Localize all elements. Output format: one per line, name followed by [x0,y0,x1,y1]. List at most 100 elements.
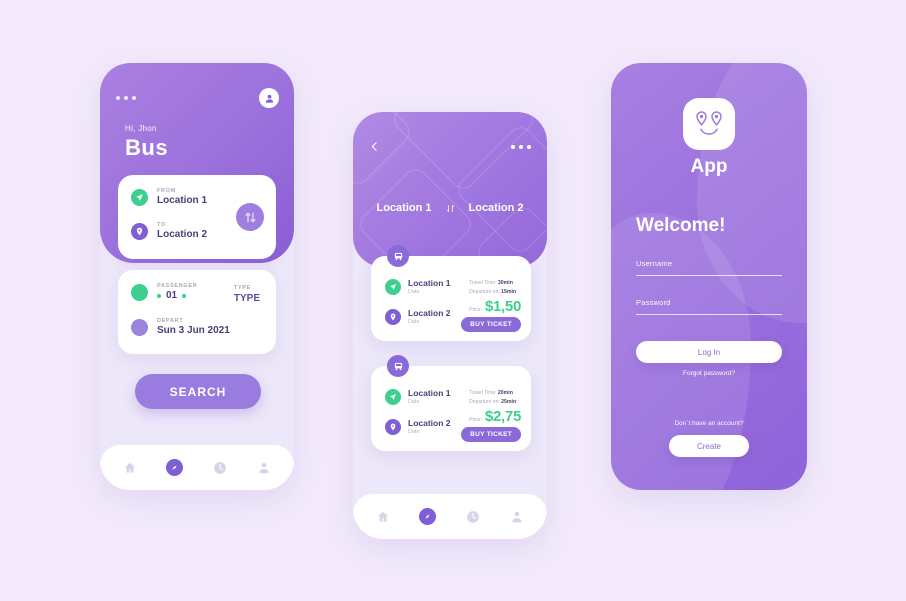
ticket-card[interactable]: Location 1 Date Location 2 Date Travel T… [371,355,531,451]
ticket-meta: Travel Time: 30min Departure on: 15min P… [469,280,521,315]
ticket-from-name: Location 1 [408,278,451,288]
minus-dot-icon[interactable] [157,293,161,298]
forgot-password-link[interactable]: Forgot password? [611,370,807,377]
type-value: TYPE [233,293,260,304]
ticket-to: Location 2 Date [385,418,451,435]
welcome-heading: Welcome! [636,215,726,236]
ticket-to: Location 2 Date [385,308,451,325]
app-name: App [690,156,728,177]
greeting-text: Hi, Jhon [125,124,157,133]
route-card: FROM Location 1 TO Location 2 [118,175,276,259]
destination-label: Location 2 [468,202,524,214]
price-row: Price: $1,50 [469,298,521,315]
departure-row: Departure on: 25min [469,399,521,405]
person-icon[interactable] [256,460,272,476]
to-label: TO [157,222,166,228]
mockup-canvas: Hi, Jhon Bus FROM Location 1 TO Location… [0,0,906,601]
to-value: Location 2 [157,229,208,240]
ticket-from-date: Date [408,289,420,295]
three-dots-icon[interactable] [511,145,531,149]
travel-time-label: Travel Time: [469,280,497,286]
map-pin-icon [385,418,401,435]
clock-icon[interactable] [212,460,228,476]
navigation-arrow-icon [385,278,401,295]
departure-label: Departure on: [469,289,500,295]
person-icon[interactable] [509,509,525,525]
buy-ticket-button[interactable]: BUY TICKET [461,427,521,442]
phone-screen-search: Hi, Jhon Bus FROM Location 1 TO Location… [100,63,294,490]
passenger-count: 01 [166,290,178,301]
compass-icon[interactable] [166,459,184,476]
departure-row: Departure on: 15min [469,289,521,295]
travel-time-label: Travel Time: [469,390,497,396]
ticket-from: Location 1 Date [385,388,451,405]
departure-value: 25min [501,399,517,405]
create-account-button[interactable]: Create [669,435,749,457]
page-title: Bus [125,135,169,160]
travel-time-row: Travel Time: 30min [469,280,521,286]
chevron-left-icon[interactable] [368,140,381,153]
origin-label: Location 1 [376,202,432,214]
clock-icon[interactable] [465,509,481,525]
plus-dot-icon[interactable] [182,293,187,298]
type-field[interactable]: TYPE TYPE [234,285,260,304]
travel-time-row: Travel Time: 20min [469,390,521,396]
price-label: Price: [469,307,482,313]
no-account-text: Don´t have an account? [674,420,744,427]
map-pin-icon [131,222,148,240]
passenger-label: PASSENGER [157,283,198,289]
detail-card: PASSENGER 01 TYPE TYPE DEPART Sun 3 Jun … [118,270,276,354]
depart-dot-icon [131,318,148,336]
travel-time-value: 30min [497,280,513,286]
passenger-dot-icon [131,283,148,301]
price-value: $2,75 [484,408,521,425]
username-field[interactable]: Username [636,259,782,276]
ticket-to-date: Date [408,319,420,325]
home-icon[interactable] [375,509,391,525]
password-label: Password [636,298,671,307]
ticket-to-name: Location 2 [408,418,451,428]
phone-screen-results: Location 1 Location 2 Location 1 Date Lo… [353,112,547,539]
ticket-from-name: Location 1 [408,388,451,398]
route-summary: Location 1 Location 2 [353,202,547,214]
depart-value: Sun 3 Jun 2021 [157,325,230,336]
price-value: $1,50 [484,298,521,315]
swap-up-down-icon[interactable] [236,203,264,231]
ticket-to-date: Date [408,429,420,435]
travel-time-value: 20min [497,390,513,396]
phone-screen-login: App Welcome! Username Password Log In Fo… [611,63,807,490]
bottom-navbar [353,494,547,539]
from-value: Location 1 [157,195,208,206]
transfer-arrows-icon[interactable] [446,204,455,213]
home-icon[interactable] [122,460,138,476]
from-field[interactable]: FROM Location 1 [131,188,207,206]
depart-field[interactable]: DEPART Sun 3 Jun 2021 [131,318,230,336]
three-dots-icon[interactable] [116,96,136,100]
ticket-card[interactable]: Location 1 Date Location 2 Date Travel T… [371,245,531,341]
login-button[interactable]: Log In [636,341,782,363]
ticket-to-name: Location 2 [408,308,451,318]
ticket-from: Location 1 Date [385,278,451,295]
smiley-pins-logo-icon [683,98,735,150]
price-label: Price: [469,417,482,423]
from-label: FROM [157,188,176,194]
password-field[interactable]: Password [636,298,782,315]
password-underline [636,314,782,315]
passenger-field[interactable]: PASSENGER 01 [131,283,197,301]
results-header: Location 1 Location 2 [353,112,547,267]
quantity-stepper[interactable]: 01 [157,290,197,301]
depart-label: DEPART [157,318,184,324]
map-pin-icon [385,308,401,325]
buy-ticket-button[interactable]: BUY TICKET [461,317,521,332]
user-avatar-icon[interactable] [259,88,279,108]
bus-icon [387,245,409,267]
departure-value: 15min [501,289,517,295]
price-row: Price: $2,75 [469,408,521,425]
type-label: TYPE [233,285,252,291]
search-button[interactable]: SEARCH [135,374,261,409]
navigation-arrow-icon [131,188,148,206]
to-field[interactable]: TO Location 2 [131,222,207,240]
navigation-arrow-icon [385,388,401,405]
bottom-navbar [100,445,294,490]
compass-icon[interactable] [419,508,437,525]
